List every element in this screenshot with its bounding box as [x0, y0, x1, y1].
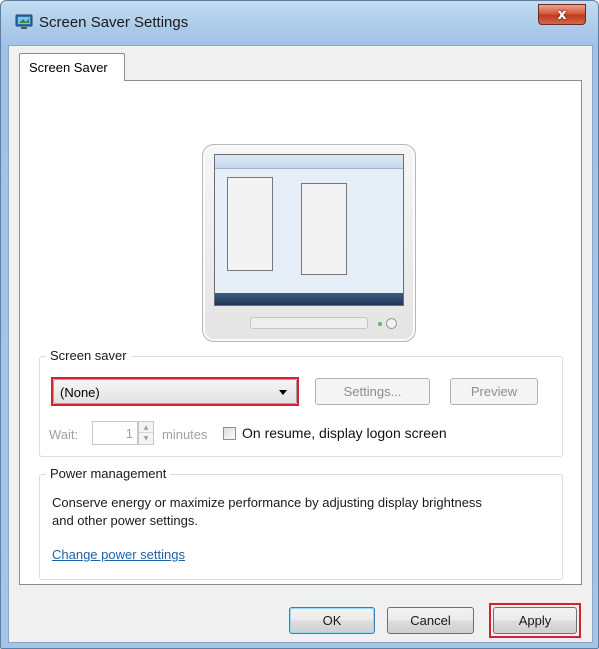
wait-label: Wait: — [49, 427, 79, 442]
screen-saver-settings-window: Screen Saver Settings x Screen Saver Scr… — [0, 0, 599, 649]
monitor-icon — [15, 14, 33, 29]
screen-saver-group: Screen saver (None) Settings... Preview … — [39, 348, 563, 457]
resume-logon-label[interactable]: On resume, display logon screen — [242, 425, 447, 441]
preview-button[interactable]: Preview — [450, 378, 538, 405]
title-bar[interactable]: Screen Saver Settings x — [1, 1, 598, 45]
preview-ribbon — [215, 155, 403, 169]
apply-highlight-box — [489, 603, 581, 638]
select-highlight-box — [51, 377, 299, 406]
screen-saver-group-label: Screen saver — [46, 348, 131, 363]
wait-spinner[interactable]: ▲ ▼ — [138, 421, 154, 445]
minutes-label: minutes — [162, 427, 208, 442]
tab-panel: Screen saver (None) Settings... Preview … — [19, 80, 582, 585]
cancel-button[interactable]: Cancel — [387, 607, 474, 634]
preview-dialog-left — [227, 177, 273, 271]
dialog-client-area: Screen Saver Screen saver (None) Setting… — [8, 45, 593, 643]
close-button[interactable]: x — [538, 4, 586, 25]
change-power-settings-link[interactable]: Change power settings — [52, 547, 185, 562]
wait-minutes-input[interactable]: 1 — [92, 421, 138, 445]
preview-taskbar — [215, 293, 403, 305]
preview-screen — [214, 154, 404, 306]
power-management-group: Power management Conserve energy or maxi… — [39, 466, 563, 580]
tab-screen-saver[interactable]: Screen Saver — [19, 53, 125, 81]
power-led — [378, 322, 382, 326]
power-description: Conserve energy or maximize performance … — [52, 495, 482, 528]
arrow-up-icon[interactable]: ▲ — [139, 422, 153, 433]
preview-dialog-right — [301, 183, 347, 275]
resume-logon-checkbox[interactable] — [223, 427, 236, 440]
power-management-group-label: Power management — [46, 466, 171, 481]
ok-button[interactable]: OK — [289, 607, 375, 634]
close-icon: x — [557, 6, 567, 23]
power-button-icon — [386, 318, 397, 329]
arrow-down-icon[interactable]: ▼ — [139, 433, 153, 444]
monitor-preview — [202, 144, 416, 342]
settings-button[interactable]: Settings... — [315, 378, 430, 405]
monitor-bezel — [250, 317, 368, 329]
window-title: Screen Saver Settings — [39, 14, 189, 31]
